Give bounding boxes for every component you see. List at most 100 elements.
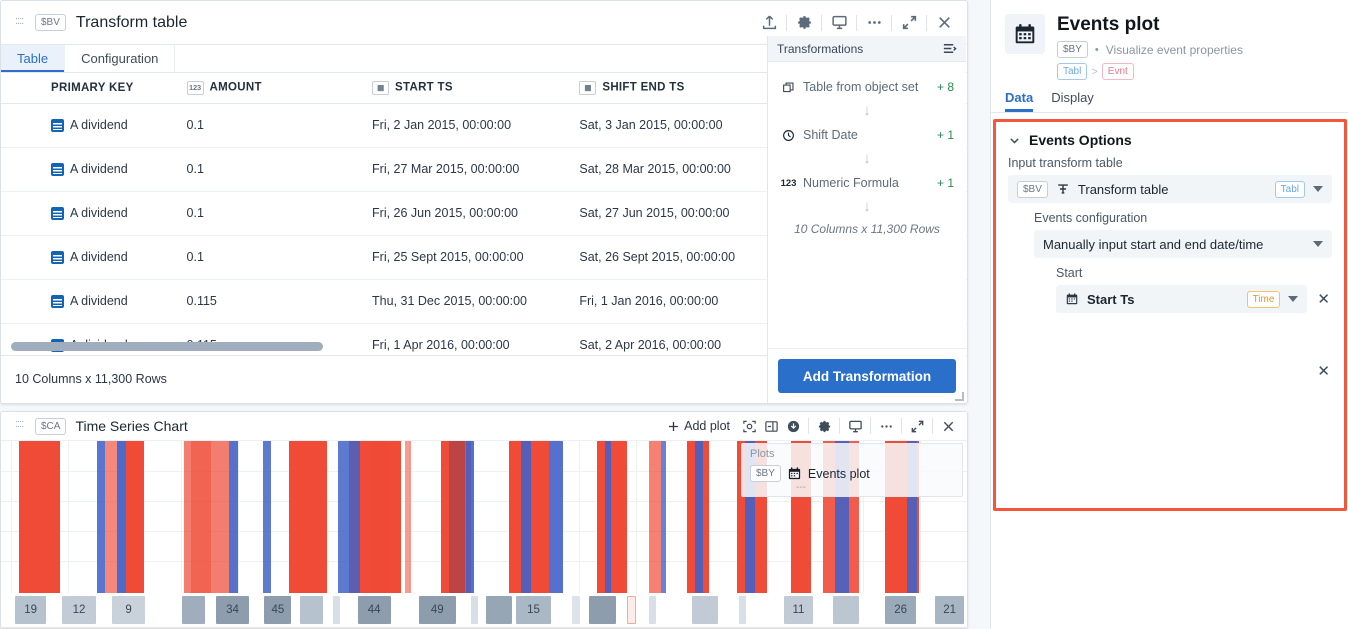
event-count-box[interactable] xyxy=(486,596,513,624)
gear-icon[interactable] xyxy=(791,10,817,36)
event-count-box[interactable] xyxy=(833,596,860,624)
chevron-down-icon[interactable] xyxy=(1288,296,1299,302)
start-field-select[interactable]: Start Ts Time xyxy=(1056,285,1308,313)
event-count-box[interactable]: 19 xyxy=(15,596,46,624)
event-band[interactable] xyxy=(42,441,56,593)
column-header-amount[interactable]: 123 AMOUNT xyxy=(186,73,373,104)
events-options-header[interactable]: Events Options xyxy=(1008,132,1332,148)
event-band[interactable] xyxy=(229,441,238,593)
event-band[interactable] xyxy=(449,441,465,593)
event-count-box[interactable]: 26 xyxy=(885,596,916,624)
event-count-box[interactable] xyxy=(299,596,324,624)
download-icon[interactable] xyxy=(782,415,804,437)
more-icon[interactable] xyxy=(875,415,897,437)
event-band[interactable] xyxy=(263,441,271,593)
upload-icon[interactable] xyxy=(756,10,782,36)
cell-start-ts: Fri, 26 Jun 2015, 00:00:00 xyxy=(372,191,580,236)
expand-icon[interactable] xyxy=(906,415,928,437)
event-band[interactable] xyxy=(466,441,474,593)
event-band[interactable] xyxy=(371,441,387,593)
event-count-box[interactable] xyxy=(332,596,340,624)
input-value: Transform table xyxy=(1077,181,1169,197)
event-count-box[interactable] xyxy=(572,596,580,624)
event-count-box[interactable]: 9 xyxy=(112,596,146,624)
tab-data[interactable]: Data xyxy=(1005,90,1033,112)
event-count-box[interactable]: 34 xyxy=(215,596,249,624)
cell-shift-end-ts: Fri, 1 Jan 2016, 00:00:00 xyxy=(579,279,785,324)
event-count-box[interactable]: 12 xyxy=(62,596,96,624)
event-count-box[interactable] xyxy=(626,596,637,624)
event-band[interactable] xyxy=(649,441,661,593)
event-count-box[interactable] xyxy=(470,596,478,624)
plots-legend-item[interactable]: $BY Events plot xyxy=(750,465,954,482)
remove-start-field-button[interactable]: ✕ xyxy=(1315,290,1332,309)
event-band[interactable] xyxy=(695,441,703,593)
plot-badge: $BY xyxy=(750,465,781,482)
events-configuration-select[interactable]: Manually input start and end date/time xyxy=(1034,230,1332,258)
event-count-box[interactable] xyxy=(691,596,718,624)
crosshair-icon[interactable] xyxy=(738,415,760,437)
event-band[interactable] xyxy=(117,441,126,593)
chart-plot-area[interactable]: Plots $BY Events plot --- xyxy=(1,441,967,593)
panel-icon[interactable] xyxy=(760,415,782,437)
expand-icon[interactable] xyxy=(896,10,922,36)
drag-handle-icon[interactable]: :::: xyxy=(15,420,27,432)
chevron-down-icon[interactable] xyxy=(1008,134,1021,147)
tab-display[interactable]: Display xyxy=(1051,90,1094,112)
event-band[interactable] xyxy=(126,441,144,593)
event-band[interactable] xyxy=(97,441,105,593)
horizontal-scrollbar-thumb[interactable] xyxy=(11,342,323,351)
event-count-box[interactable] xyxy=(181,596,206,624)
event-count-box[interactable]: 11 xyxy=(783,596,814,624)
events-plot-config-panel: Events plot $BY • Visualize event proper… xyxy=(990,0,1348,629)
gear-icon[interactable] xyxy=(813,415,835,437)
event-band[interactable] xyxy=(605,441,611,593)
event-band[interactable] xyxy=(549,441,563,593)
tab-configuration[interactable]: Configuration xyxy=(65,45,176,72)
event-band[interactable] xyxy=(338,441,360,593)
column-header-start-ts[interactable]: ▦ START TS xyxy=(372,73,580,104)
cell-amount: 0.1 xyxy=(186,147,373,192)
event-count-box[interactable]: 49 xyxy=(418,596,456,624)
close-icon[interactable] xyxy=(931,10,957,36)
table-badge: $BV xyxy=(35,14,66,31)
close-icon[interactable] xyxy=(937,415,959,437)
event-count-box[interactable]: 21 xyxy=(934,596,965,624)
add-transformation-button[interactable]: Add Transformation xyxy=(778,359,956,393)
row-count-summary: 10 Columns x 11,300 Rows xyxy=(15,371,167,386)
transformation-step[interactable]: Shift Date + 1 xyxy=(768,124,966,146)
event-count-box[interactable] xyxy=(588,596,617,624)
list-menu-icon[interactable] xyxy=(942,41,957,56)
chevron-down-icon[interactable] xyxy=(1313,241,1323,247)
clock-icon xyxy=(782,129,795,142)
input-transform-table-label: Input transform table xyxy=(1008,156,1123,170)
event-count-box[interactable] xyxy=(649,596,657,624)
input-transform-table-select[interactable]: $BV Transform table Tabl xyxy=(1008,175,1332,203)
event-band[interactable] xyxy=(105,441,117,593)
event-band[interactable] xyxy=(597,441,627,593)
drag-handle-icon[interactable]: :::: xyxy=(15,17,27,29)
event-count-box[interactable]: 45 xyxy=(264,596,292,624)
event-band[interactable] xyxy=(661,441,666,593)
remove-end-field-button[interactable]: ✕ xyxy=(1315,362,1332,381)
event-count-box[interactable]: 44 xyxy=(357,596,391,624)
resize-handle[interactable] xyxy=(955,392,964,401)
column-header-primary-key[interactable]: PRIMARY KEY xyxy=(1,73,187,104)
presentation-icon[interactable] xyxy=(844,415,866,437)
presentation-icon[interactable] xyxy=(826,10,852,36)
transformation-step[interactable]: Table from object set + 8 xyxy=(768,76,966,98)
calendar-icon xyxy=(51,119,64,133)
chevron-down-icon[interactable] xyxy=(1313,186,1323,192)
event-count-box[interactable]: 15 xyxy=(515,596,552,624)
event-count-box[interactable] xyxy=(738,596,746,624)
tab-table[interactable]: Table xyxy=(1,45,66,72)
cell-primary-key: A dividend xyxy=(1,279,187,324)
event-band[interactable] xyxy=(521,441,531,593)
event-band[interactable] xyxy=(191,441,211,593)
add-plot-button[interactable]: Add plot xyxy=(667,419,730,433)
transformation-step[interactable]: 123 Numeric Formula + 1 xyxy=(768,172,966,194)
event-band[interactable] xyxy=(405,441,411,593)
event-band[interactable] xyxy=(301,441,317,593)
column-header-shift-end-ts[interactable]: ▦ SHIFT END TS xyxy=(579,73,785,104)
more-icon[interactable] xyxy=(861,10,887,36)
